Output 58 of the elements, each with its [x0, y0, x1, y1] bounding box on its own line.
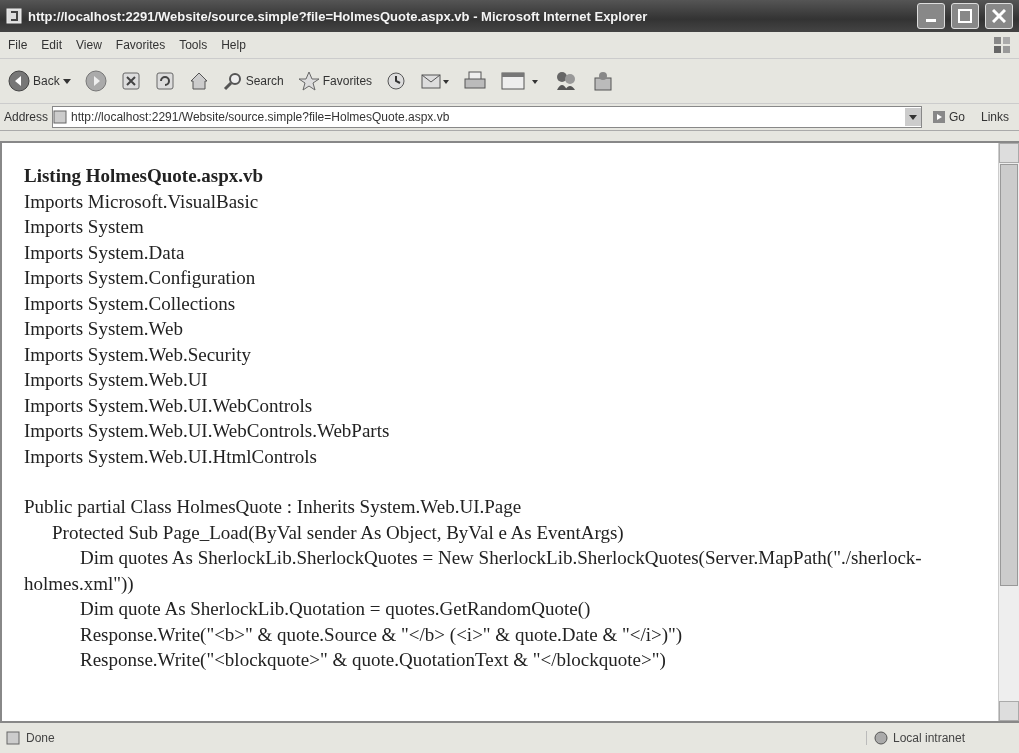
code-line: Imports System.Data	[24, 240, 186, 265]
zone-text: Local intranet	[893, 731, 966, 745]
listing-heading: Listing HolmesQuote.aspx.vb	[24, 164, 265, 188]
status-text: Done	[26, 731, 55, 745]
search-icon	[222, 71, 243, 91]
favorites-button[interactable]: Favorites	[295, 69, 375, 93]
caret-icon	[62, 78, 71, 84]
back-button[interactable]: Back	[6, 68, 73, 94]
stop-icon	[120, 71, 141, 91]
page-icon	[6, 731, 20, 745]
links-button[interactable]: Links	[975, 110, 1015, 124]
code-line: Imports System.Web.UI.WebControls	[24, 393, 314, 418]
refresh-icon	[154, 71, 175, 91]
code-line: Dim quotes As SherlockLib.SherlockQuotes = New SherlockLib.SherlockQuotes(Server.MapPath("./sherlock-holmes.xml"))	[24, 546, 923, 596]
minimize-icon	[926, 18, 936, 22]
go-button[interactable]: Go	[925, 110, 971, 124]
forward-button[interactable]	[82, 68, 109, 94]
scrollbar[interactable]	[998, 143, 1019, 721]
code-line: Response.Write("<b>" & quote.Source & "</b> (<i>" & quote.Date & "</i>)")	[79, 622, 684, 647]
window-icon	[500, 71, 541, 91]
code-line: Public partial Class HolmesQuote : Inherits System.Web.UI.Page	[24, 495, 523, 519]
code-line: Imports System.Web.Security	[24, 342, 252, 367]
globe-icon	[873, 731, 889, 745]
code-line: Response.Write("<blockquote>" & quote.QuotationText & "</blockquote>")	[79, 648, 667, 672]
menu-item[interactable]: Favorites	[115, 38, 166, 52]
code-line: Imports System.Configuration	[24, 266, 257, 290]
code-line: Imports Microsoft.VisualBasic	[24, 189, 260, 214]
code-line: Imports System.Web.UI.WebControls.WebParts	[24, 419, 391, 443]
home-icon	[188, 71, 209, 91]
window-title: http://localhost:2291/Website/source.simple?file=HolmesQuote.aspx.vb - Microsoft Internet Explorer	[28, 8, 649, 24]
envelope-icon	[420, 71, 451, 91]
close-icon	[992, 9, 1006, 23]
menu-item[interactable]: View	[76, 38, 102, 52]
maximize-button[interactable]	[951, 3, 979, 29]
menu-item[interactable]: Edit	[41, 38, 63, 52]
star-icon	[297, 71, 320, 91]
printer-icon	[464, 71, 487, 91]
menu-item[interactable]: Help	[221, 38, 246, 52]
code-line: Imports System.Web	[24, 317, 184, 341]
windows-logo-icon	[993, 36, 1011, 54]
menu-item[interactable]: Tools	[179, 38, 208, 52]
code-line: Imports System	[24, 215, 145, 239]
code-line: Imports System.Web.UI	[24, 368, 209, 392]
code-line: Imports System.Collections	[24, 291, 237, 316]
code-line: Dim quote As SherlockLib.Quotation = quotes.GetRandomQuote()	[79, 597, 592, 621]
menu-item[interactable]: File	[8, 38, 28, 52]
code-line: Imports System.Web.UI.HtmlControls	[24, 444, 318, 469]
clock-icon	[386, 71, 407, 91]
address-label: Address	[4, 110, 49, 124]
address-input: http://localhost:2291/Website/source.simple?file=HolmesQuote.aspx.vb	[71, 110, 901, 124]
address-field[interactable]: http://localhost:2291/Website/source.simple?file=HolmesQuote.aspx.vb	[52, 106, 922, 128]
code-line: Protected Sub Page_Load(ByVal sender As Object, ByVal e As EventArgs)	[51, 520, 625, 545]
page-icon	[53, 110, 68, 124]
close-button[interactable]	[985, 3, 1013, 29]
search-button[interactable]: Search	[220, 69, 286, 93]
browser-icon	[6, 8, 22, 24]
minimize-button[interactable]	[917, 3, 945, 29]
maximize-icon	[958, 9, 972, 23]
